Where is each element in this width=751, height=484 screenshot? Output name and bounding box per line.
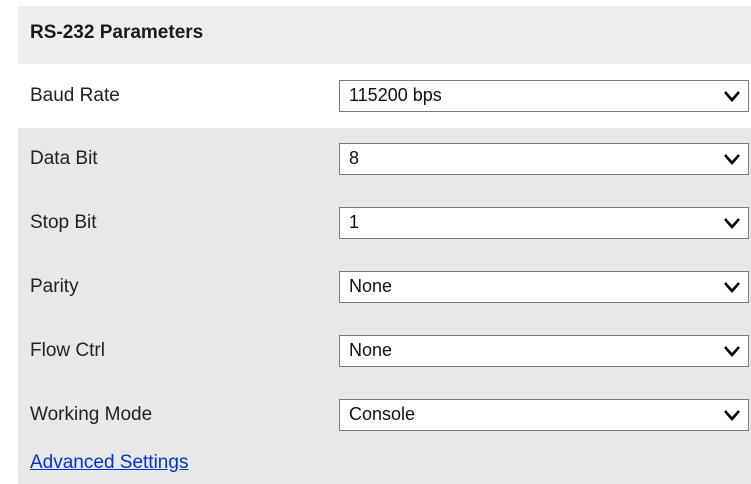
data-bit-row: Data Bit 8 (18, 128, 751, 192)
flow-ctrl-row: Flow Ctrl None (18, 320, 751, 384)
stop-bit-row: Stop Bit 1 (18, 192, 751, 256)
flow-ctrl-select[interactable]: None (339, 335, 749, 367)
parity-select[interactable]: None (339, 271, 749, 303)
chevron-down-icon (724, 91, 740, 102)
flow-ctrl-label: Flow Ctrl (30, 340, 105, 361)
chevron-down-icon (724, 154, 740, 165)
working-mode-select[interactable]: Console (339, 399, 749, 431)
working-mode-row: Working Mode Console (18, 384, 751, 448)
panel-title: RS-232 Parameters (30, 22, 204, 43)
parity-value: None (349, 276, 393, 296)
baud-rate-row: Baud Rate 115200 bps (18, 64, 751, 128)
stop-bit-label: Stop Bit (30, 212, 97, 233)
rs232-parameters-panel: RS-232 Parameters Baud Rate 115200 bps D… (18, 6, 751, 484)
chevron-down-icon (724, 218, 740, 229)
working-mode-label: Working Mode (30, 404, 153, 425)
baud-rate-value: 115200 bps (349, 85, 442, 105)
stop-bit-select[interactable]: 1 (339, 207, 749, 239)
data-bit-value: 8 (349, 148, 360, 168)
chevron-down-icon (724, 346, 740, 357)
data-bit-label: Data Bit (30, 148, 98, 169)
data-bit-select[interactable]: 8 (339, 143, 749, 175)
chevron-down-icon (724, 410, 740, 421)
flow-ctrl-value: None (349, 340, 393, 360)
working-mode-value: Console (349, 404, 416, 424)
parity-row: Parity None (18, 256, 751, 320)
baud-rate-label: Baud Rate (30, 85, 120, 106)
chevron-down-icon (724, 282, 740, 293)
advanced-settings-link[interactable]: Advanced Settings (30, 452, 188, 474)
panel-header: RS-232 Parameters (18, 6, 751, 64)
stop-bit-value: 1 (349, 212, 360, 232)
baud-rate-select[interactable]: 115200 bps (339, 80, 749, 112)
parity-label: Parity (30, 276, 79, 297)
